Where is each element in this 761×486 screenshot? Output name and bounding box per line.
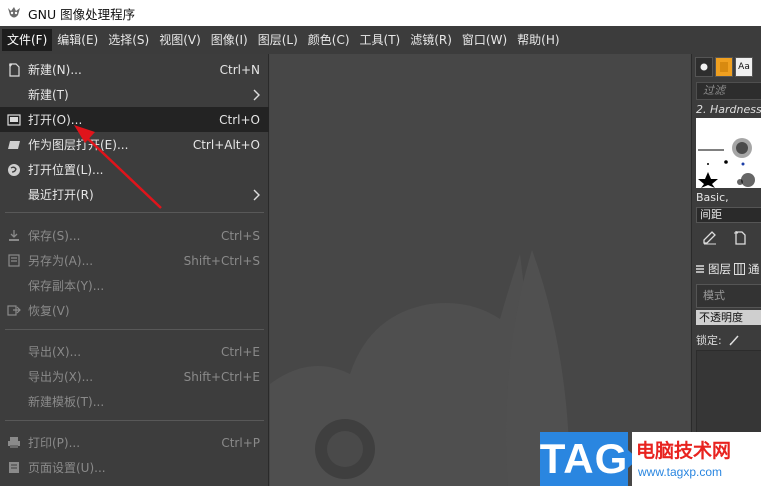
brush-tag-label: Basic, (696, 191, 729, 204)
open-icon (6, 112, 22, 128)
menu-item-save[interactable]: 保存(S)... Ctrl+S (0, 223, 269, 248)
menu-item-new[interactable]: 新建(N)... Ctrl+N (0, 57, 269, 82)
layer-lock-row: 锁定: (696, 332, 740, 348)
tab-patterns[interactable] (715, 57, 733, 77)
save-as-icon (6, 253, 22, 269)
tag-logo: TAG (540, 432, 638, 486)
right-dock-panel: Aa 过滤 2. Hardness 0 Basic, 间距 图层 通 模式 (691, 54, 761, 486)
menu-edit[interactable]: 编辑(E) (52, 29, 103, 51)
wilber-watermark-icon (270, 250, 570, 486)
chevron-right-icon (253, 89, 260, 100)
gimp-app-icon (8, 7, 20, 18)
menu-item-open-location[interactable]: 打开位置(L)... (0, 157, 269, 182)
menu-separator (5, 420, 264, 421)
save-icon (6, 228, 22, 244)
menu-colors[interactable]: 颜色(C) (303, 29, 355, 51)
menu-item-page-setup[interactable]: 页面设置(U)... (0, 455, 269, 480)
brush-actions (702, 230, 748, 246)
revert-icon (6, 303, 22, 319)
menu-help[interactable]: 帮助(H) (512, 29, 564, 51)
menu-separator (5, 329, 264, 330)
spacing-slider[interactable]: 间距 (696, 207, 761, 223)
brush-dock-tabs: Aa (695, 57, 753, 79)
tab-brushes[interactable] (695, 57, 713, 77)
chevron-right-icon (253, 189, 260, 200)
lock-paint-icon[interactable] (728, 334, 740, 346)
new-file-icon (6, 62, 22, 78)
tab-channels[interactable]: 通 (748, 261, 760, 277)
menu-item-print[interactable]: 打印(P)... Ctrl+P (0, 430, 269, 455)
title-bar: GNU 图像处理程序 (0, 0, 761, 26)
menu-item-save-copy[interactable]: 保存副本(Y)... (0, 273, 269, 298)
menu-item-export[interactable]: 导出(X)... Ctrl+E (0, 339, 269, 364)
image-canvas-area[interactable] (270, 54, 690, 486)
layers-stack-icon (696, 265, 704, 273)
tab-layers[interactable]: 图层 (708, 261, 731, 277)
menu-windows[interactable]: 窗口(W) (457, 29, 512, 51)
menu-item-new-template-submenu[interactable]: 新建(T) (0, 82, 269, 107)
window-title: GNU 图像处理程序 (28, 6, 136, 22)
layer-opacity-slider[interactable]: 不透明度 (696, 310, 761, 325)
menu-bar: 文件(F) 编辑(E) 选择(S) 视图(V) 图像(I) 图层(L) 颜色(C… (0, 26, 761, 54)
menu-file[interactable]: 文件(F) (2, 29, 53, 51)
open-location-icon (6, 162, 22, 178)
channels-icon (734, 263, 745, 275)
menu-item-export-as[interactable]: 导出为(X)... Shift+Ctrl+E (0, 364, 269, 389)
menu-item-open[interactable]: 打开(O)... Ctrl+O (0, 107, 269, 132)
brush-thumbnails (698, 138, 755, 188)
menu-item-revert[interactable]: 恢复(V) (0, 298, 269, 323)
print-icon (6, 435, 22, 451)
selected-brush-name: 2. Hardness 0 (696, 103, 761, 116)
menu-tools[interactable]: 工具(T) (355, 29, 406, 51)
pattern-icon (720, 62, 728, 72)
new-brush-icon[interactable] (732, 230, 748, 246)
brush-preview-grid[interactable] (696, 118, 761, 188)
site-name: 电脑技术网 (636, 440, 732, 462)
file-dropdown-menu: 新建(N)... Ctrl+N 新建(T) 打开(O)... Ctrl+O 作为… (0, 54, 269, 486)
menu-item-open-recent[interactable]: 最近打开(R) (0, 182, 269, 207)
page-setup-icon (6, 460, 22, 476)
menu-item-create-template[interactable]: 新建模板(T)... (0, 389, 269, 414)
menu-filters[interactable]: 滤镜(R) (405, 29, 457, 51)
layers-dock-tabs: 图层 通 (692, 258, 761, 280)
edit-brush-icon[interactable] (702, 230, 718, 246)
site-url: www.tagxp.com (638, 465, 723, 479)
tab-fonts[interactable]: Aa (735, 57, 753, 77)
open-as-layer-icon (6, 137, 22, 153)
menu-separator (5, 212, 264, 213)
brush-filter-input[interactable]: 过滤 (696, 82, 761, 100)
menu-view[interactable]: 视图(V) (154, 29, 206, 51)
menu-item-save-as[interactable]: 另存为(A)... Shift+Ctrl+S (0, 248, 269, 273)
site-info: 电脑技术网 www.tagxp.com (632, 432, 761, 486)
site-watermark: TAG 电脑技术网 www.tagxp.com (540, 432, 761, 486)
layer-mode-dropdown[interactable]: 模式 (696, 284, 761, 308)
menu-item-open-as-layers[interactable]: 作为图层打开(E)... Ctrl+Alt+O (0, 132, 269, 157)
brush-dot-icon (700, 63, 708, 71)
menu-layer[interactable]: 图层(L) (253, 29, 303, 51)
menu-select[interactable]: 选择(S) (103, 29, 154, 51)
menu-image[interactable]: 图像(I) (206, 29, 253, 51)
